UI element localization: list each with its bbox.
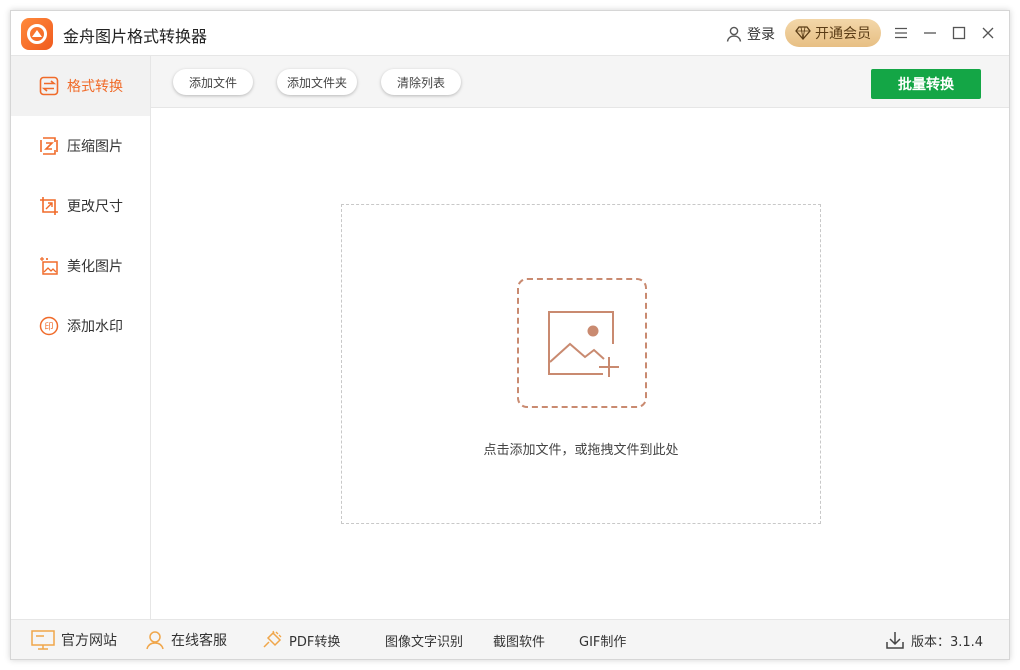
maximize-icon [952, 26, 966, 40]
plugin-icon [263, 630, 282, 648]
vip-button[interactable]: 开通会员 [785, 19, 881, 47]
diamond-icon [795, 26, 811, 40]
sidebar-item-resize[interactable]: 更改尺寸 [11, 176, 150, 236]
download-icon [886, 632, 904, 649]
official-website-link[interactable]: 官方网站 [31, 620, 117, 660]
pdf-label: PDF转换 [289, 634, 341, 650]
app-title: 金舟图片格式转换器 [63, 27, 208, 46]
hamburger-icon [895, 27, 907, 39]
app-logo-icon [21, 18, 53, 50]
pdf-convert-link[interactable]: PDF转换 [261, 620, 340, 660]
sidebar-item-beautify[interactable]: 美化图片 [11, 236, 150, 296]
ocr-link[interactable]: 图像文字识别 [385, 620, 463, 660]
svg-text:印: 印 [44, 321, 53, 333]
login-button[interactable]: 登录 [725, 24, 775, 44]
sidebar-item-label: 压缩图片 [67, 139, 123, 155]
gif-maker-link[interactable]: GIF制作 [579, 620, 626, 660]
minimize-icon [924, 32, 936, 34]
app-window: 金舟图片格式转换器 登录 开通会员 格式转换 压缩图片 更改尺寸 美化图片 印 … [10, 10, 1010, 660]
support-label: 在线客服 [171, 633, 227, 649]
version-label: 版本：3.1.4 [911, 634, 984, 650]
sidebar-item-format-convert[interactable]: 格式转换 [11, 56, 150, 116]
compress-icon [40, 137, 58, 155]
resize-icon [40, 197, 58, 215]
sidebar-item-label: 更改尺寸 [67, 199, 123, 215]
screenshot-software-link[interactable]: 截图软件 [493, 620, 545, 660]
user-icon [726, 26, 742, 42]
login-label: 登录 [747, 27, 775, 43]
vip-label: 开通会员 [815, 26, 871, 42]
sidebar-item-label: 美化图片 [67, 259, 123, 275]
sidebar-item-watermark[interactable]: 印 添加水印 [11, 296, 150, 356]
maximize-button[interactable] [949, 23, 969, 43]
support-agent-icon [146, 631, 164, 650]
add-file-button[interactable]: 添加文件 [173, 69, 253, 95]
toolbar: 添加文件 添加文件夹 清除列表 批量转换 [151, 56, 1009, 108]
footer-bar: 官方网站 在线客服 PDF转换 图像文字识别 截图软件 GIF制作 版本：3.1… [11, 619, 1009, 659]
beautify-icon [40, 257, 58, 275]
batch-convert-button[interactable]: 批量转换 [871, 69, 981, 99]
watermark-icon: 印 [39, 316, 59, 336]
close-icon [982, 27, 994, 39]
monitor-icon [31, 630, 55, 650]
website-label: 官方网站 [61, 633, 117, 649]
convert-icon [39, 76, 59, 96]
file-drop-zone[interactable]: 点击添加文件，或拖拽文件到此处 [341, 204, 821, 524]
menu-button[interactable] [891, 23, 911, 43]
sidebar-item-label: 格式转换 [67, 79, 123, 95]
minimize-button[interactable] [920, 23, 940, 43]
version-info[interactable]: 版本：3.1.4 [885, 620, 983, 660]
online-support-link[interactable]: 在线客服 [145, 620, 227, 660]
image-add-graphic [548, 311, 619, 377]
add-folder-button[interactable]: 添加文件夹 [277, 69, 357, 95]
drop-hint-text: 点击添加文件，或拖拽文件到此处 [483, 443, 679, 458]
title-bar: 金舟图片格式转换器 登录 开通会员 [11, 11, 1009, 56]
sidebar-item-label: 添加水印 [67, 319, 123, 335]
sidebar-item-compress[interactable]: 压缩图片 [11, 116, 150, 176]
sidebar: 格式转换 压缩图片 更改尺寸 美化图片 印 添加水印 [11, 56, 151, 619]
add-image-icon[interactable] [517, 278, 647, 408]
close-button[interactable] [978, 23, 998, 43]
clear-list-button[interactable]: 清除列表 [381, 69, 461, 95]
